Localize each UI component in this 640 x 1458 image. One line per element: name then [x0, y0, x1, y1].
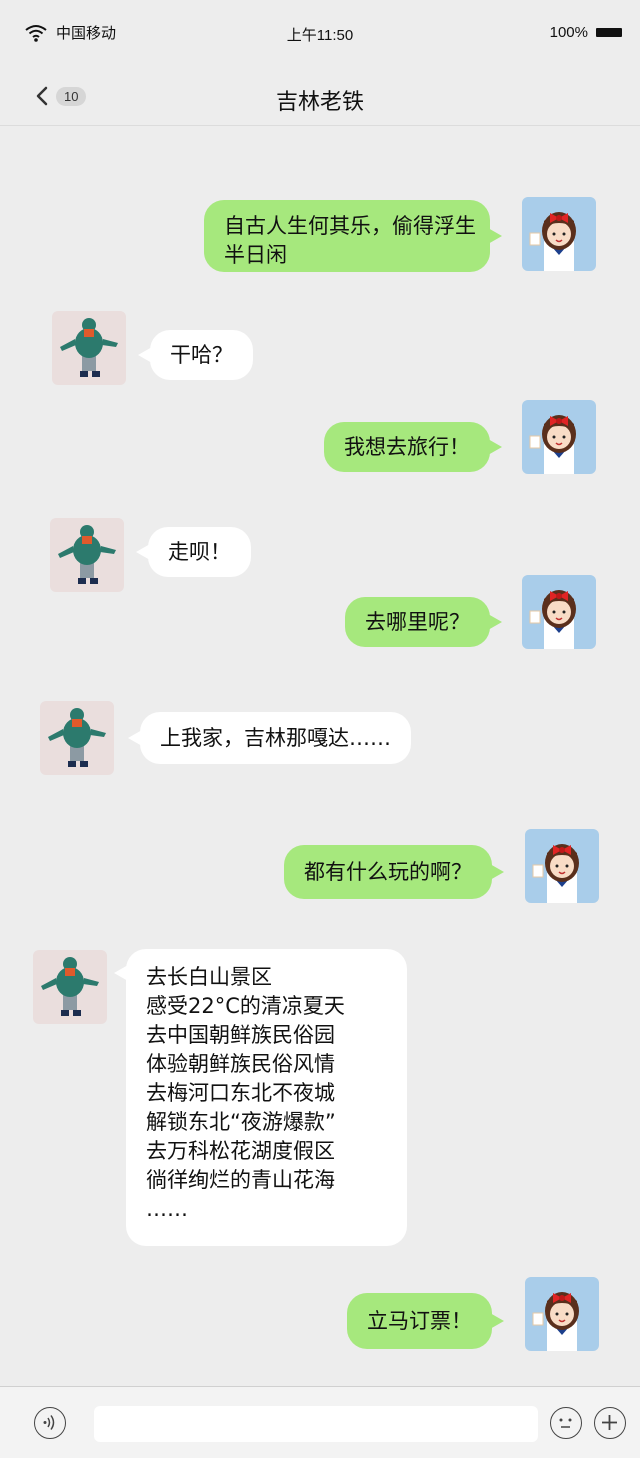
friend-avatar[interactable]: [40, 701, 114, 775]
message-text: 去哪里呢？: [365, 610, 470, 634]
message-text: 都有什么玩的啊？: [304, 860, 472, 884]
girl-avatar-icon: [532, 844, 579, 903]
message-line: ……: [146, 1197, 188, 1221]
message-line: 自古人生何其乐，偷得浮生: [224, 214, 476, 238]
emoji-icon: [559, 1418, 572, 1428]
message-text: 我想去旅行！: [344, 435, 470, 459]
chat-title: 吉林老铁: [275, 90, 364, 115]
message-line: 徜徉绚烂的青山花海: [146, 1168, 335, 1192]
boy-avatar-icon: [48, 708, 106, 767]
boy-avatar-icon: [58, 525, 116, 584]
emoji-button[interactable]: [550, 1407, 582, 1439]
message-line: 体验朝鲜族民俗风情: [146, 1052, 335, 1076]
message-bubble-outgoing[interactable]: 立马订票！: [347, 1293, 504, 1349]
message-bubble-outgoing[interactable]: 都有什么玩的啊？: [284, 845, 504, 899]
voice-icon: [43, 1415, 55, 1430]
my-avatar[interactable]: [525, 1277, 599, 1351]
status-right: 100%: [550, 24, 622, 41]
girl-avatar-icon: [529, 415, 576, 474]
nav-bar: 10 吉林老铁: [0, 70, 640, 126]
friend-avatar[interactable]: [50, 518, 124, 592]
status-bar: 中国移动 上午11:50 100%: [0, 0, 640, 70]
message-line: 去梅河口东北不夜城: [146, 1081, 335, 1105]
friend-avatar[interactable]: [52, 311, 126, 385]
my-avatar[interactable]: [525, 829, 599, 903]
girl-avatar-icon: [529, 590, 576, 649]
message-bubble-outgoing[interactable]: 我想去旅行！: [324, 422, 502, 472]
voice-button[interactable]: [34, 1407, 66, 1439]
boy-avatar-icon: [41, 957, 99, 1016]
status-time: 上午11:50: [286, 27, 354, 44]
boy-avatar-icon: [60, 318, 118, 377]
message-text: 走呗！: [168, 540, 231, 564]
message-bubble-outgoing[interactable]: 自古人生何其乐，偷得浮生 半日闲: [204, 200, 502, 272]
girl-avatar-icon: [532, 1292, 579, 1351]
plus-icon: [602, 1415, 617, 1430]
message-bubble-incoming[interactable]: 走呗！: [136, 527, 251, 577]
input-bar: [0, 1386, 640, 1458]
battery-icon: [596, 28, 622, 37]
my-avatar[interactable]: [522, 400, 596, 474]
message-line: 去中国朝鲜族民俗园: [146, 1023, 335, 1047]
plus-button[interactable]: [594, 1407, 626, 1439]
message-line: 解锁东北“夜游爆款”: [146, 1110, 336, 1134]
message-bubble-incoming[interactable]: 干哈？: [138, 330, 253, 380]
my-avatar[interactable]: [522, 575, 596, 649]
message-text: 干哈？: [170, 343, 233, 367]
message-line: 半日闲: [224, 243, 287, 267]
battery-percent: 100%: [549, 24, 588, 41]
message-input[interactable]: [94, 1406, 538, 1442]
my-avatar[interactable]: [522, 197, 596, 271]
message-line: 去长白山景区: [146, 965, 272, 989]
message-bubble-outgoing[interactable]: 去哪里呢？: [345, 597, 502, 647]
message-line: 去万科松花湖度假区: [146, 1139, 335, 1163]
message-text: 立马订票！: [367, 1309, 472, 1333]
friend-avatar[interactable]: [33, 950, 107, 1024]
message-text: 上我家，吉林那嘎达……: [160, 726, 391, 750]
message-line: 感受22°C的清凉夏天: [146, 994, 345, 1018]
message-bubble-incoming[interactable]: 上我家，吉林那嘎达……: [128, 712, 411, 764]
girl-avatar-icon: [529, 212, 576, 271]
message-bubble-incoming[interactable]: 去长白山景区 感受22°C的清凉夏天 去中国朝鲜族民俗园 体验朝鲜族民俗风情 去…: [114, 949, 407, 1246]
